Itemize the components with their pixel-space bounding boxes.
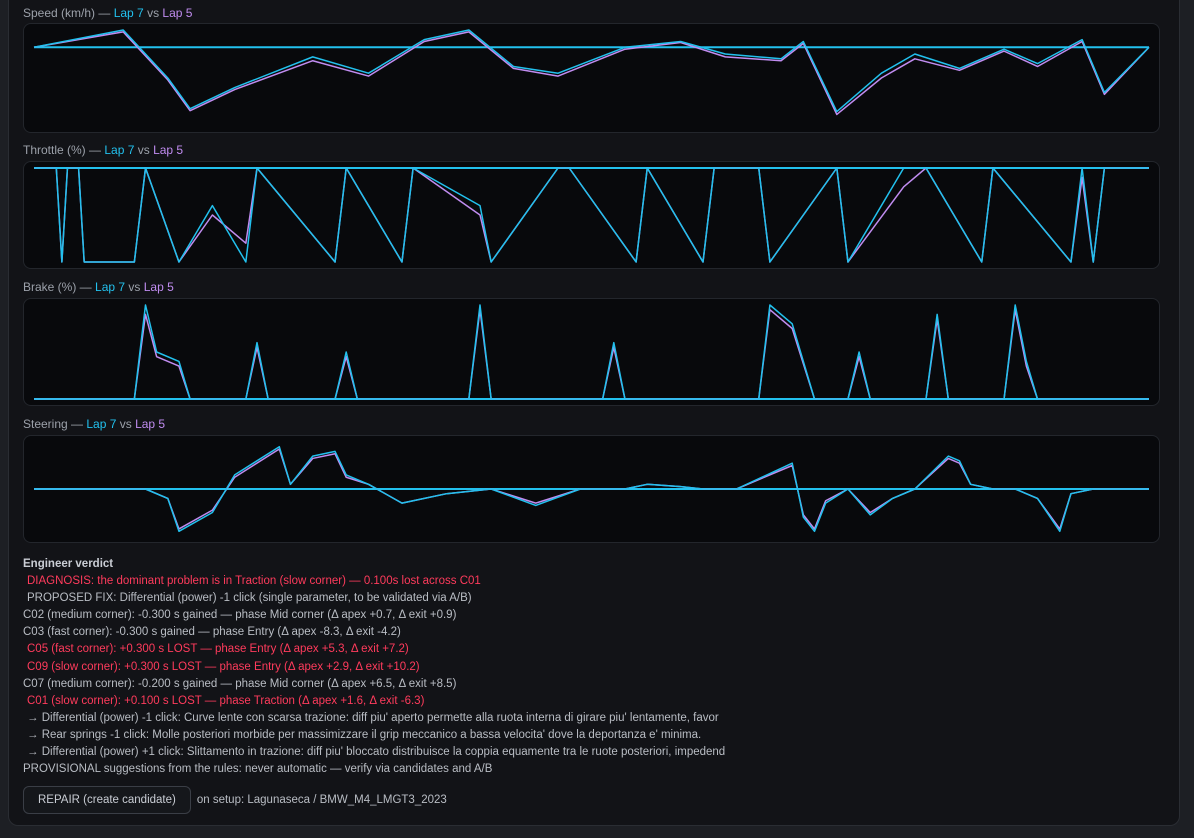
steering-chart-title: Steering — Lap 7 vs Lap 5 (23, 417, 166, 431)
engineer-verdict: Engineer verdict DIAGNOSIS: the dominant… (23, 556, 1163, 778)
series-line-lap-5 (33, 31, 1150, 116)
suggestion-line: → Differential (power) -1 click: Curve l… (27, 711, 719, 724)
verdict-proposed-fix: PROPOSED FIX: Differential (power) -1 cl… (27, 592, 472, 605)
setup-label: on setup: Lagunaseca / BMW_M4_LMGT3_2023 (196, 794, 447, 806)
brake-chart-title: Brake (%) — Lap 7 vs Lap 5 (23, 280, 174, 294)
steering-chart (23, 435, 1160, 543)
corner-line: C09 (slow corner): +0.300 s LOST — phase… (27, 660, 420, 673)
series-line-lap-7 (33, 29, 1150, 113)
throttle-chart (23, 161, 1160, 269)
steering-chart-svg (34, 445, 1149, 533)
brake-chart-svg (34, 304, 1149, 400)
repair-row: REPAIR (create candidate) on setup: Lagu… (23, 785, 447, 815)
series-line-lap-5 (34, 167, 1149, 263)
series-line-lap-5 (34, 308, 1149, 400)
corner-line: C02 (medium corner): -0.300 s gained — p… (23, 609, 457, 622)
corner-line: C01 (slow corner): +0.100 s LOST — phase… (27, 694, 425, 707)
suggestion-line: → Rear springs -1 click: Molle posterior… (27, 728, 702, 741)
series-line-lap-7 (34, 304, 1149, 400)
corner-line: C07 (medium corner): -0.200 s gained — p… (23, 677, 457, 690)
throttle-chart-svg (34, 167, 1149, 263)
speed-chart (23, 23, 1160, 133)
repair-button[interactable]: REPAIR (create candidate) (23, 786, 191, 814)
steering-lap-a-label: Lap 7 (86, 417, 117, 431)
speed-lap-b-label: Lap 5 (162, 6, 193, 20)
steering-lap-b-label: Lap 5 (135, 417, 166, 431)
speed-chart-svg (33, 29, 1150, 116)
series-line-lap-7 (34, 167, 1149, 263)
speed-chart-title: Speed (km/h) — Lap 7 vs Lap 5 (23, 6, 193, 20)
verdict-heading: Engineer verdict (23, 558, 114, 570)
throttle-lap-a-label: Lap 7 (104, 143, 135, 157)
provisional-note: PROVISIONAL suggestions from the rules: … (23, 763, 493, 776)
verdict-diagnosis: DIAGNOSIS: the dominant problem is in Tr… (27, 575, 481, 588)
brake-lap-a-label: Lap 7 (95, 280, 126, 294)
throttle-chart-title: Throttle (%) — Lap 7 vs Lap 5 (23, 143, 184, 157)
brake-chart (23, 298, 1160, 406)
suggestion-line: → Differential (power) +1 click: Slittam… (27, 746, 726, 759)
corner-line: C03 (fast corner): -0.300 s gained — pha… (23, 626, 401, 639)
corner-line: C05 (fast corner): +0.300 s LOST — phase… (27, 643, 409, 656)
brake-lap-b-label: Lap 5 (143, 280, 174, 294)
speed-lap-a-label: Lap 7 (113, 6, 144, 20)
throttle-lap-b-label: Lap 5 (153, 143, 184, 157)
